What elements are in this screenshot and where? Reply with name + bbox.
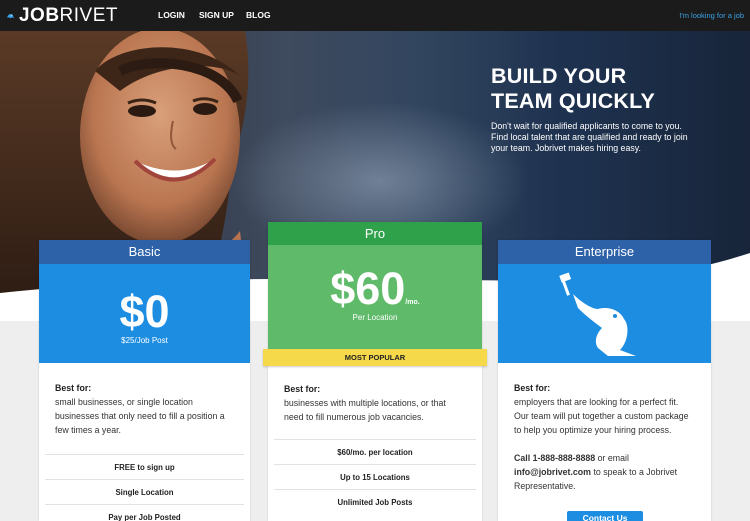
plan-enterprise-phone[interactable]: Call 1-888-888-8888 — [514, 453, 595, 463]
plan-basic-feature: Single Location — [45, 479, 244, 504]
plan-card-pro: Pro $60/mo. Per Location Best for: busin… — [268, 222, 482, 521]
plan-pro-feature: $60/mo. per location — [274, 439, 476, 464]
plan-enterprise-name: Enterprise — [498, 240, 711, 264]
plan-pro-price-panel: $60/mo. Per Location — [268, 245, 482, 350]
hero-title-line2: TEAM QUICKLY — [491, 89, 656, 113]
logo-text-bold: JOB — [18, 5, 60, 26]
plan-pro-best-for-text: businesses with multiple locations, or t… — [284, 398, 446, 422]
most-popular-badge: MOST POPULAR — [263, 349, 487, 366]
plan-pro-name: Pro — [268, 222, 482, 245]
plan-pro-price-suffix: /mo. — [405, 299, 420, 306]
plan-enterprise-contact-mid: or email — [595, 453, 629, 463]
plan-pro-price-note: Per Location — [352, 313, 398, 322]
hero-subtitle: Don't wait for qualified applicants to c… — [491, 121, 688, 153]
plan-basic-best-for-text: small businesses, or single location bus… — [55, 397, 225, 435]
contact-us-button[interactable]: Contact Us — [567, 511, 643, 521]
frog-logo-icon — [7, 13, 15, 18]
plan-basic-name: Basic — [39, 240, 250, 264]
plan-card-enterprise: Enterprise Best for: employers that are … — [498, 240, 711, 521]
plan-basic-price: $0 — [119, 286, 170, 337]
plan-basic-feature: FREE to sign up — [45, 454, 244, 479]
plan-pro-feature: Unlimited Job Posts — [274, 489, 476, 514]
plan-basic-price-note: $25/Job Post — [121, 336, 168, 345]
nav-signup-link[interactable]: SIGN UP — [199, 0, 234, 31]
plan-enterprise-email[interactable]: info@jobrivet.com — [514, 467, 591, 477]
plan-pro-feature: Up to 15 Locations — [274, 464, 476, 489]
hero-title-line1: BUILD YOUR — [491, 64, 627, 88]
plan-enterprise-best-for-text: employers that are looking for a perfect… — [514, 397, 689, 435]
plan-basic-feature: Pay per Job Posted — [45, 504, 244, 521]
logo[interactable]: JOBRIVET — [6, 3, 118, 28]
plan-enterprise-best-for-label: Best for: — [514, 383, 551, 393]
job-seeker-link[interactable]: I'm looking for a job — [679, 0, 744, 31]
plan-basic-price-panel: $0 $25/Job Post — [39, 264, 250, 363]
plan-pro-price: $60 — [330, 263, 406, 314]
frog-icon — [559, 272, 636, 356]
plan-enterprise-price-panel — [498, 264, 711, 363]
plan-basic-best-for-label: Best for: — [55, 383, 92, 393]
logo-text-light: RIVET — [59, 5, 118, 26]
top-nav: JOBRIVET LOGIN SIGN UP BLOG I'm looking … — [0, 0, 750, 31]
plan-pro-best-for-label: Best for: — [284, 384, 321, 394]
plan-card-basic: Basic $0 $25/Job Post Best for: small bu… — [39, 240, 250, 521]
nav-login-link[interactable]: LOGIN — [158, 0, 185, 31]
nav-blog-link[interactable]: BLOG — [246, 0, 271, 31]
plan-enterprise-contact-text: Call 1-888-888-8888 or email info@jobriv… — [514, 451, 695, 493]
